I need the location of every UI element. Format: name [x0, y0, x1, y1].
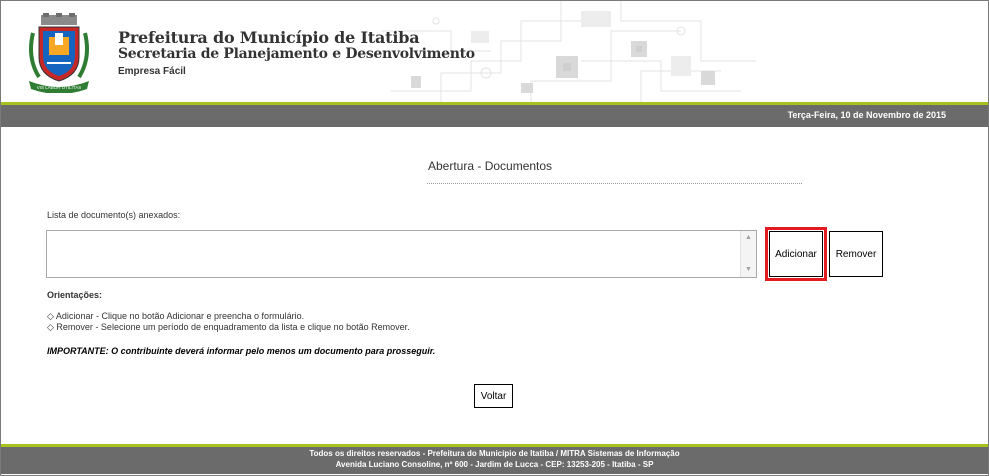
listbox-scrollbar[interactable]: ▲ ▼ [740, 231, 756, 277]
header: VIS LABOR UTILITAS Prefeitura do Municíp… [1, 1, 988, 103]
document-listbox[interactable]: ▲ ▼ [46, 230, 757, 278]
organization-title: Prefeitura do Município de Itatiba [118, 28, 420, 47]
current-date: Terça-Feira, 10 de Novembro de 2015 [787, 110, 946, 120]
title-divider [427, 183, 802, 184]
add-button-highlight [765, 227, 827, 281]
remove-document-button[interactable]: Remover [829, 231, 883, 277]
orientation-item-remove: ◇ Remover - Selecione um período de enqu… [47, 322, 410, 332]
page-title: Abertura - Documentos [428, 159, 553, 173]
orientations-heading: Orientações: [47, 290, 103, 300]
city-coat-of-arms-logo: VIS LABOR UTILITAS [29, 13, 89, 93]
orientation-item-add: ◇ Adicionar - Clique no botão Adicionar … [47, 311, 305, 321]
footer-copyright: Todos os direitos reservados - Prefeitur… [309, 449, 680, 458]
organization-tagline: Empresa Fácil [118, 66, 186, 77]
scroll-up-arrow-icon[interactable]: ▲ [741, 232, 756, 244]
footer: Todos os direitos reservados - Prefeitur… [1, 447, 988, 474]
important-notice: IMPORTANTE: O contribuinte deverá inform… [47, 346, 436, 356]
back-button[interactable]: Voltar [474, 384, 513, 408]
footer-address: Avenida Luciano Consoline, nº 600 - Jard… [335, 460, 654, 469]
scroll-down-arrow-icon[interactable]: ▼ [741, 264, 756, 276]
organization-subtitle: Secretaria de Planejamento e Desenvolvim… [118, 46, 475, 62]
date-bar: Terça-Feira, 10 de Novembro de 2015 [1, 105, 988, 127]
document-list-label: Lista de documento(s) anexados: [47, 210, 181, 220]
logo-banner-text: VIS LABOR UTILITAS [37, 85, 81, 90]
